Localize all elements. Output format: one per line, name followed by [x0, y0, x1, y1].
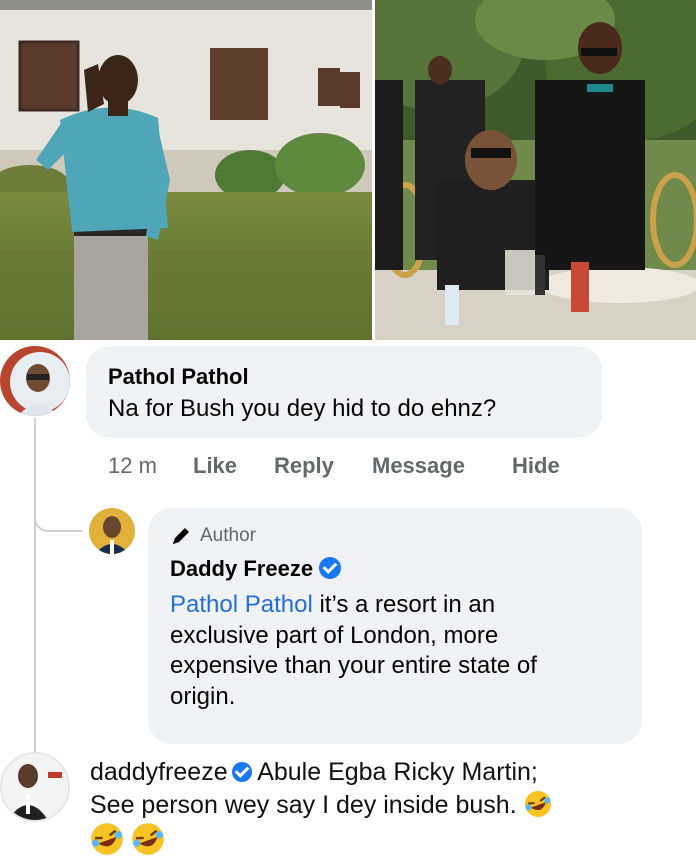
comment-timestamp: 12 m: [108, 453, 157, 478]
reply-text-line2: exclusive part of London, more: [170, 621, 499, 649]
rolling-laughing-emoji: [131, 822, 165, 856]
pencil-icon: [173, 528, 189, 544]
hide-button[interactable]: Hide: [512, 453, 560, 479]
reply-text: Pathol Pathol it’s a resort in an exclus…: [170, 590, 636, 712]
verified-badge-icon: [319, 557, 342, 579]
caption-line1: Abule Egba Ricky Martin;: [257, 758, 538, 786]
caption-line2: See person wey say I dey inside bush.: [90, 791, 517, 819]
photo-man-on-phone: [0, 0, 372, 340]
comment-bubble: Pathol Pathol Na for Bush you dey hid to…: [86, 346, 602, 438]
mention-link[interactable]: Pathol Pathol: [170, 591, 313, 618]
author-badge-label: Author: [200, 525, 256, 546]
commenter-avatar[interactable]: [0, 346, 70, 416]
author-avatar[interactable]: [89, 508, 135, 554]
thread-connector: [34, 418, 36, 753]
reply-author-name-text[interactable]: Daddy Freeze: [170, 556, 313, 581]
caption-avatar[interactable]: [0, 752, 70, 822]
reply-text-line1: it’s a resort in an: [312, 591, 496, 618]
rolling-laughing-emoji: [90, 822, 124, 856]
caption-username[interactable]: daddyfreeze: [90, 758, 228, 786]
reply-bubble: Author Daddy Freeze Pathol Pathol it’s a…: [148, 508, 642, 744]
commenter-name[interactable]: Pathol Pathol: [108, 364, 249, 390]
photo-collage: [0, 0, 696, 340]
reply-text-line3: expensive than your entire state of: [170, 652, 537, 679]
comment-actions: 12 m Like Reply Message Hide: [0, 453, 696, 481]
reply-button[interactable]: Reply: [274, 453, 334, 479]
comment-text: Na for Bush you dey hid to do ehnz?: [108, 395, 497, 422]
caption-text: daddyfreeze Abule Egba Ricky Martin; See…: [90, 756, 690, 860]
thread-branch: [34, 496, 82, 532]
author-badge: Author: [170, 525, 256, 547]
like-button[interactable]: Like: [193, 453, 237, 479]
rolling-laughing-emoji: [524, 790, 552, 818]
message-button[interactable]: Message: [372, 453, 465, 479]
verified-badge-icon: [231, 762, 252, 782]
reply-author-name: Daddy Freeze: [170, 556, 342, 582]
photo-garden-party: [375, 0, 696, 340]
reply-text-line4: origin.: [170, 682, 236, 710]
